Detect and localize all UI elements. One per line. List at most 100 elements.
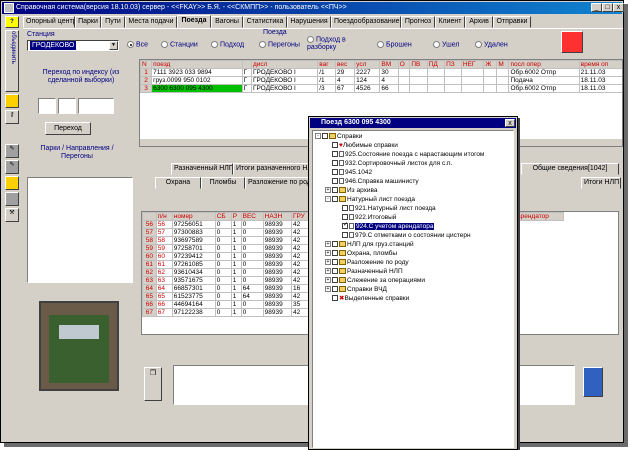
- trains-header-cell[interactable]: ваг: [317, 60, 337, 69]
- tree-checkbox[interactable]: [332, 169, 338, 176]
- tree-checkbox[interactable]: [342, 232, 348, 239]
- wagon-row[interactable]: 65 65 61523775 0 1 64 98939 42: [142, 292, 313, 301]
- tree-node[interactable]: + Из архива: [325, 187, 378, 195]
- refresh-icon[interactable]: [561, 31, 583, 53]
- tree-node[interactable]: - Натурный лист поезда: [325, 196, 415, 204]
- expand-icon[interactable]: +: [325, 241, 331, 248]
- yellow-tool-button[interactable]: [5, 94, 19, 108]
- minimize-button[interactable]: _: [591, 3, 602, 12]
- train-row[interactable]: 2 груз.0099 950 0102 Г ГРОДЕКОВО I/1 4 124 4 По…: [140, 76, 622, 85]
- parks-list[interactable]: [27, 177, 133, 283]
- combine-button[interactable]: объединить: [5, 30, 19, 92]
- trains-header-cell[interactable]: ПД: [426, 60, 446, 69]
- trains-header-cell[interactable]: дисл: [250, 60, 319, 69]
- index-field-3[interactable]: [78, 98, 114, 114]
- tree-node[interactable]: - Справки: [315, 133, 362, 141]
- radio-all[interactable]: Все: [127, 41, 148, 48]
- tab-seals[interactable]: Пломбы: [201, 177, 245, 189]
- tree-checkbox[interactable]: [332, 151, 338, 158]
- tab-trains[interactable]: Поезда: [177, 15, 211, 28]
- tree-checkbox[interactable]: [332, 142, 338, 149]
- color-tool-button[interactable]: [5, 176, 19, 190]
- wagon-row[interactable]: 66 66 44694164 0 1 0 98939 35: [142, 300, 313, 309]
- trains-header-cell[interactable]: N: [140, 60, 153, 69]
- tab-violations[interactable]: Нарушения: [287, 16, 331, 28]
- copy-icon[interactable]: ❐: [144, 367, 162, 401]
- tree-checkbox[interactable]: [332, 241, 338, 248]
- tree-checkbox[interactable]: [332, 295, 338, 302]
- tab-client[interactable]: Клиент: [435, 16, 465, 28]
- tab-archive[interactable]: Архив: [465, 16, 493, 28]
- tab-assigned-totals[interactable]: Итоги разначенного НЛП: [233, 163, 313, 175]
- tree-checkbox[interactable]: [342, 214, 348, 221]
- trains-header-cell[interactable]: ВМ: [379, 60, 399, 69]
- tree-checkbox[interactable]: [332, 160, 338, 167]
- tab-parks[interactable]: Парки: [75, 16, 101, 28]
- reports-tree[interactable]: - Справки ♥Любимые справки 925.Состояние по…: [312, 130, 514, 448]
- tree-checkbox[interactable]: [332, 187, 338, 194]
- radio-abandoned[interactable]: Брошен: [377, 41, 412, 48]
- expand-icon[interactable]: +: [325, 286, 331, 293]
- trains-header-cell[interactable]: ПЗ: [444, 60, 462, 69]
- wagon-row[interactable]: 63 63 93571675 0 1 0 98939 42: [142, 276, 313, 285]
- tab-wagons[interactable]: Вагоны: [211, 16, 243, 28]
- tree-node[interactable]: + Охрана, пломбы: [325, 250, 397, 258]
- help-button[interactable]: ?: [5, 16, 19, 28]
- tab-places[interactable]: Места подачи: [125, 16, 177, 28]
- tab-paths[interactable]: Пути: [101, 16, 125, 28]
- tab-train-formation[interactable]: Поездообразование: [331, 16, 401, 28]
- wagons-header-cell[interactable]: ВЕС: [240, 212, 264, 221]
- trains-header-cell[interactable]: О: [397, 60, 411, 69]
- trains-header-cell[interactable]: поезд: [151, 60, 243, 69]
- wagon-row[interactable]: 64 64 66857301 0 1 64 98939 16: [142, 284, 313, 293]
- tree-node[interactable]: + Справки ВЧД: [325, 286, 387, 294]
- tree-checkbox[interactable]: [332, 259, 338, 266]
- wagon-row[interactable]: 61 61 97261085 0 1 0 98939 42: [142, 260, 313, 269]
- tree-node[interactable]: 946.Справка машинисту: [325, 178, 419, 186]
- expand-icon[interactable]: -: [315, 133, 321, 140]
- radio-left[interactable]: Ушел: [433, 41, 460, 48]
- trains-header-cell[interactable]: время оп: [578, 60, 622, 69]
- tree-checkbox[interactable]: [332, 268, 338, 275]
- wagons-header-cell[interactable]: номер: [171, 212, 216, 221]
- tree-checkbox[interactable]: [332, 178, 338, 185]
- grey-tool-button[interactable]: [5, 192, 19, 206]
- tree-checkbox[interactable]: [332, 196, 338, 203]
- radio-stations[interactable]: Станции: [161, 41, 198, 48]
- tools-icon[interactable]: ⚒: [5, 208, 19, 222]
- expand-icon[interactable]: +: [325, 250, 331, 257]
- tree-checkbox[interactable]: [332, 286, 338, 293]
- radio-approach-breakdown[interactable]: Подход в разборку: [307, 36, 369, 52]
- key-tool-button[interactable]: ⚷: [5, 110, 19, 124]
- tree-node[interactable]: 925.Состояние поезда с нарастающим итого…: [325, 151, 484, 159]
- tab-dispatches[interactable]: Отправки: [493, 16, 531, 28]
- expand-icon[interactable]: +: [325, 187, 331, 194]
- wagons-header-cell[interactable]: НАЗН: [262, 212, 292, 221]
- wagon-row[interactable]: 62 62 93610434 0 1 0 98939 42: [142, 268, 313, 277]
- tree-node[interactable]: ✖Выделенные справки: [325, 295, 409, 303]
- tree-node[interactable]: + Разначенный НЛП: [325, 268, 403, 276]
- trains-header-cell[interactable]: усл: [354, 60, 381, 69]
- tab-forecast[interactable]: Прогноз: [401, 16, 435, 28]
- wagon-row[interactable]: 58 58 93697589 0 1 0 98939 42: [142, 236, 313, 245]
- tab-nlp-totals[interactable]: Итоги НЛП: [581, 177, 621, 189]
- dialog-close-button[interactable]: x: [505, 119, 515, 127]
- wagon-row[interactable]: 59 59 97258701 0 1 0 98939 42: [142, 244, 313, 253]
- tree-node[interactable]: + Разложение по роду: [325, 259, 409, 267]
- tree-node[interactable]: ♥Любимые справки: [325, 142, 398, 150]
- index-field-1[interactable]: [38, 98, 56, 114]
- wagon-row[interactable]: 56 56 97256051 0 1 0 98939 42: [142, 220, 313, 229]
- expand-icon[interactable]: +: [325, 277, 331, 284]
- tree-node[interactable]: 932.Сортировочный листок для с.п.: [325, 160, 452, 168]
- maximize-button[interactable]: □: [602, 3, 613, 12]
- wagons-header-cell[interactable]: СБ: [214, 212, 232, 221]
- tab-guard[interactable]: Охрана: [155, 177, 201, 189]
- train-row[interactable]: 1 7111 3923 033 9894 Г ГРОДЕКОВО I/1 29 2227 3…: [140, 68, 622, 77]
- tree-node[interactable]: + НЛП для груз.станций: [325, 241, 414, 249]
- tab-assigned-nlp[interactable]: Разначенный НЛП: [171, 163, 233, 175]
- train-row[interactable]: 3 6300 6300 095 4300 Г ГРОДЕКОВО I/3 67 4526 6…: [140, 84, 622, 93]
- tab-breakdown-kind[interactable]: Разложение по роду: [245, 177, 309, 189]
- trains-header-cell[interactable]: Ж: [483, 60, 498, 69]
- expand-icon[interactable]: +: [325, 259, 331, 266]
- close-button[interactable]: x: [613, 3, 624, 12]
